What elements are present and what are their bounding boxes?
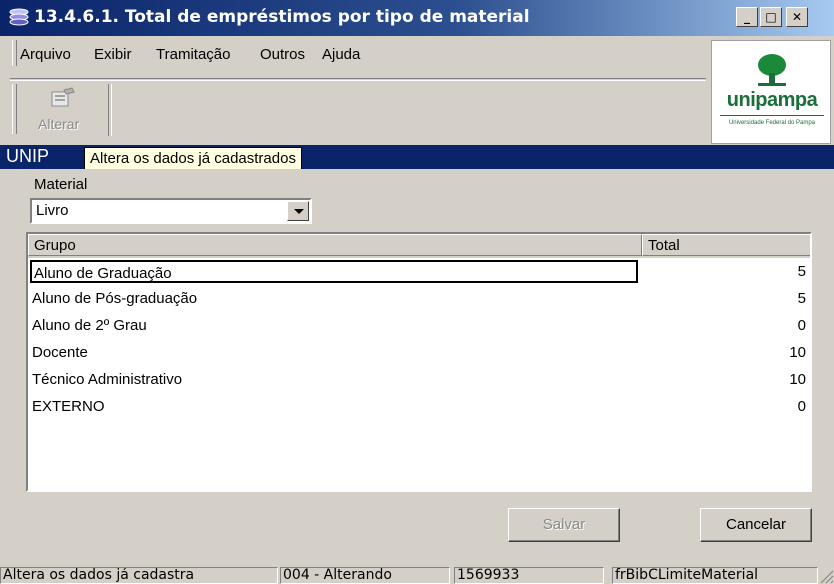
menu-outros[interactable]: Outros xyxy=(260,46,305,63)
cancelar-button[interactable]: Cancelar xyxy=(700,508,812,542)
table-row[interactable]: EXTERNO 0 xyxy=(28,393,810,420)
app-icon xyxy=(9,8,29,26)
chevron-down-icon[interactable] xyxy=(287,201,309,221)
close-button[interactable]: ✕ xyxy=(786,7,808,27)
header-band-text: UNIP xyxy=(6,146,50,166)
cell-grupo[interactable]: Docente xyxy=(30,341,638,364)
table-row[interactable]: Docente 10 xyxy=(28,339,810,366)
cell-total[interactable]: 10 xyxy=(642,341,806,364)
logo-subtitle: Universidade Federal do Pampa xyxy=(728,120,816,126)
material-select-value: Livro xyxy=(36,202,69,219)
cell-grupo[interactable]: EXTERNO xyxy=(30,395,638,418)
menubar-grip xyxy=(12,40,17,66)
toolbar-separator xyxy=(10,78,706,81)
cell-total[interactable]: 0 xyxy=(642,314,806,337)
window-title: 13.4.6.1. Total de empréstimos por tipo … xyxy=(34,7,530,27)
table-row[interactable]: Aluno de 2º Grau 0 xyxy=(28,312,810,339)
menu-exibir[interactable]: Exibir xyxy=(94,46,132,63)
toolbar-divider xyxy=(108,84,112,136)
status-code: 1569933 xyxy=(454,567,604,584)
minimize-button[interactable]: _ xyxy=(736,7,758,27)
cell-total[interactable]: 5 xyxy=(642,260,806,283)
header-total[interactable]: Total xyxy=(642,234,810,256)
unipampa-logo: unipampa Universidade Federal do Pampa xyxy=(711,40,831,144)
status-bar: Altera os dados já cadastra 004 - Altera… xyxy=(0,565,834,584)
title-bar[interactable]: 13.4.6.1. Total de empréstimos por tipo … xyxy=(0,0,834,36)
table-row[interactable]: Aluno de Graduação 5 xyxy=(28,258,810,285)
alterar-label: Alterar xyxy=(38,116,80,132)
salvar-button[interactable]: Salvar xyxy=(508,508,620,542)
application-window: 13.4.6.1. Total de empréstimos por tipo … xyxy=(0,0,834,584)
status-message: Altera os dados já cadastra xyxy=(0,567,278,584)
cell-grupo[interactable]: Aluno de 2º Grau xyxy=(30,314,638,337)
status-form-name: frBibCLimiteMaterial xyxy=(612,567,818,584)
header-grupo[interactable]: Grupo xyxy=(28,234,642,256)
cell-total[interactable]: 10 xyxy=(642,368,806,391)
cell-grupo[interactable]: Aluno de Graduação xyxy=(30,260,638,283)
cell-grupo[interactable]: Aluno de Pós-graduação xyxy=(30,287,638,310)
alterar-button[interactable]: Alterar xyxy=(18,84,106,136)
cell-grupo[interactable]: Técnico Administrativo xyxy=(30,368,638,391)
material-select[interactable]: Livro xyxy=(30,198,312,224)
tooltip: Altera os dados já cadastrados xyxy=(84,147,302,171)
grupo-total-grid[interactable]: Grupo Total Aluno de Graduação 5 Aluno d… xyxy=(26,232,812,492)
maximize-button[interactable]: □ xyxy=(760,7,782,27)
menu-ajuda[interactable]: Ajuda xyxy=(322,46,360,63)
material-label: Material xyxy=(34,176,88,193)
cell-total[interactable]: 0 xyxy=(642,395,806,418)
cell-total[interactable]: 5 xyxy=(642,287,806,310)
table-row[interactable]: Técnico Administrativo 10 xyxy=(28,366,810,393)
grid-header: Grupo Total xyxy=(28,234,810,258)
edit-icon xyxy=(51,87,75,107)
resize-grip-icon[interactable] xyxy=(818,568,834,584)
table-row[interactable]: Aluno de Pós-graduação 5 xyxy=(28,285,810,312)
tree-icon xyxy=(758,54,786,86)
menu-tramitacao[interactable]: Tramitação xyxy=(156,46,230,63)
toolbar-grip xyxy=(12,84,17,134)
logo-divider xyxy=(720,115,824,116)
logo-brand: unipampa xyxy=(726,89,818,111)
status-mode: 004 - Alterando xyxy=(280,567,450,584)
menu-arquivo[interactable]: Arquivo xyxy=(20,46,71,63)
